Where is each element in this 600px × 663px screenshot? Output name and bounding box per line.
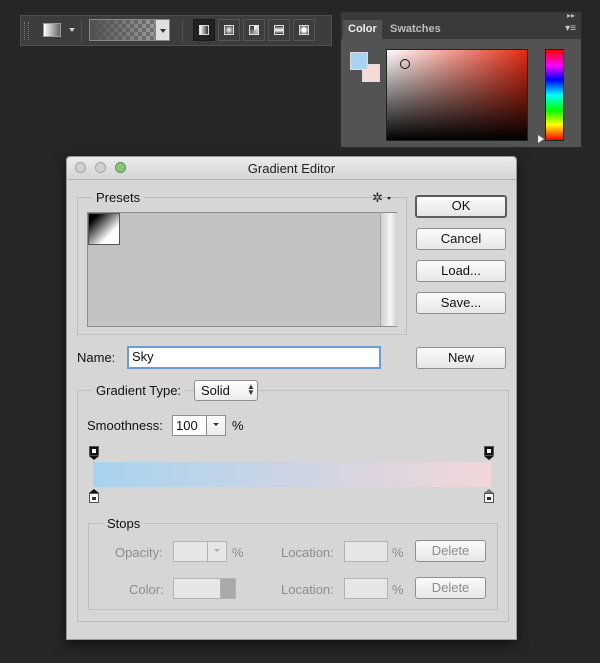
tab-color[interactable]: Color [343, 20, 382, 39]
presets-label: Presets [92, 190, 145, 205]
angle-gradient-button[interactable] [243, 19, 265, 41]
diamond-gradient-button[interactable] [293, 19, 315, 41]
opacity-stop-right[interactable] [484, 446, 494, 460]
opacity-location-percent: % [392, 545, 404, 560]
panel-tabs: Color Swatches ▾≡ [341, 20, 581, 39]
opacity-dropdown-button[interactable] [207, 541, 227, 562]
smoothness-dropdown-button[interactable] [206, 415, 226, 436]
options-bar-grip[interactable] [24, 22, 29, 40]
divider [81, 20, 82, 42]
color-stop-left[interactable] [89, 489, 99, 503]
stop-color-dropdown-button[interactable] [220, 578, 236, 599]
gradient-bar[interactable] [93, 462, 491, 487]
reflected-gradient-button[interactable] [268, 19, 290, 41]
ok-button[interactable]: OK [415, 195, 507, 218]
gradient-type-value: Solid [201, 383, 230, 398]
save-button[interactable]: Save... [416, 292, 506, 314]
preset-swatch[interactable] [88, 213, 120, 245]
radial-gradient-button[interactable] [218, 19, 240, 41]
color-location-percent: % [392, 582, 404, 597]
opacity-label: Opacity: [115, 545, 163, 560]
opacity-percent: % [232, 545, 244, 560]
options-bar [20, 15, 332, 46]
gear-dropdown-icon[interactable] [387, 197, 391, 200]
color-label: Color: [129, 582, 164, 597]
gear-icon[interactable]: ✲ [372, 190, 383, 206]
gradient-type-label: Gradient Type: [92, 383, 186, 398]
cancel-button[interactable]: Cancel [416, 228, 506, 250]
opacity-stop-left[interactable] [89, 446, 99, 460]
tool-preset-icon[interactable] [43, 23, 61, 37]
name-input[interactable]: Sky [127, 346, 381, 369]
load-button[interactable]: Load... [416, 260, 506, 282]
foreground-color-swatch[interactable] [350, 52, 368, 70]
divider [182, 20, 183, 42]
color-stop-right[interactable] [484, 489, 494, 503]
opacity-input[interactable] [173, 541, 208, 562]
opacity-delete-button[interactable]: Delete [415, 540, 486, 562]
smoothness-input[interactable]: 100 [172, 415, 207, 436]
collapse-panel-icon[interactable]: ▸▸ [567, 12, 575, 20]
color-location-input[interactable] [344, 578, 388, 599]
stops-label: Stops [103, 516, 145, 531]
dialog-title: Gradient Editor [247, 161, 336, 176]
color-delete-button[interactable]: Delete [415, 577, 486, 599]
color-location-label: Location: [281, 582, 334, 597]
smoothness-label: Smoothness: [87, 418, 163, 433]
presets-list[interactable] [87, 212, 397, 327]
hue-slider-marker[interactable] [538, 135, 544, 143]
title-bar: Gradient Editor [67, 157, 516, 180]
select-updown-icon: ▲ ▼ [247, 382, 255, 397]
opacity-location-input[interactable] [344, 541, 388, 562]
gradient-editor-dialog: Gradient Editor Presets ✲ OK Cancel Load… [66, 156, 517, 640]
new-button[interactable]: New [416, 347, 506, 369]
color-ramp-cursor[interactable] [400, 59, 410, 69]
color-panel: ▸▸ Color Swatches ▾≡ [340, 11, 582, 148]
panel-menu-icon[interactable]: ▾≡ [565, 23, 576, 34]
smoothness-percent: % [232, 418, 244, 433]
linear-gradient-button[interactable] [193, 19, 215, 41]
stop-color-swatch[interactable] [173, 578, 221, 599]
presets-scrollbar[interactable] [380, 213, 397, 326]
panel-header: ▸▸ [341, 12, 581, 20]
tool-preset-dropdown-icon[interactable] [69, 28, 75, 32]
gradient-picker-dropdown[interactable] [155, 19, 170, 41]
hue-slider[interactable] [545, 49, 564, 141]
name-label: Name: [77, 350, 116, 365]
opacity-location-label: Location: [281, 545, 334, 560]
tab-swatches[interactable]: Swatches [385, 20, 446, 39]
